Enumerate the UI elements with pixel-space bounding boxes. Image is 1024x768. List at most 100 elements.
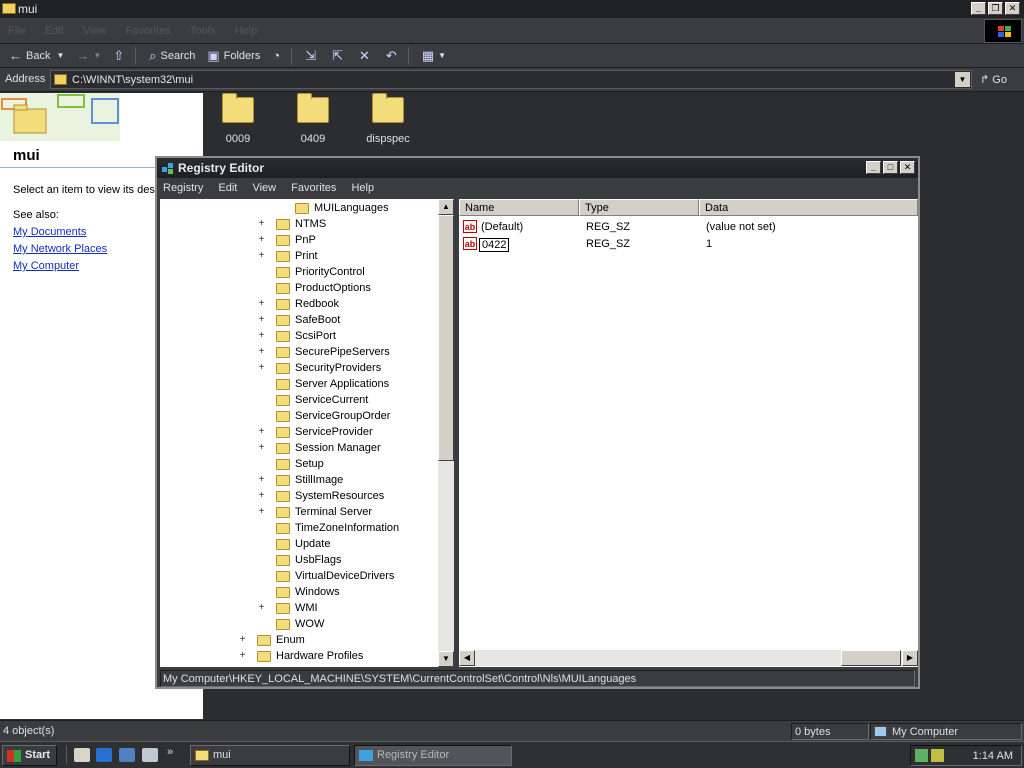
delete-button[interactable]: ✕ — [356, 46, 377, 66]
expand-plus-icon[interactable]: + — [257, 442, 266, 453]
tree-item[interactable]: Setup — [276, 456, 324, 472]
tree-item[interactable]: + Hardware Profiles — [240, 648, 364, 664]
menu-help[interactable]: Help — [351, 182, 374, 194]
link-my-documents[interactable]: My Documents — [13, 226, 86, 238]
menu-help[interactable]: Help — [235, 25, 258, 37]
tree-item[interactable]: + Redbook — [259, 296, 339, 312]
chevron-down-icon[interactable]: ▼ — [438, 51, 446, 60]
tree-item[interactable]: ProductOptions — [276, 280, 371, 296]
column-header-name[interactable]: Name — [459, 199, 579, 216]
search-icon[interactable] — [142, 748, 158, 762]
search-button[interactable]: ⌕ Search — [146, 46, 198, 66]
scroll-right-arrow-icon[interactable]: ▶ — [902, 650, 918, 666]
folder-item[interactable]: dispspec — [358, 93, 418, 145]
show-desktop-icon[interactable] — [74, 748, 90, 762]
menu-edit[interactable]: Edit — [218, 182, 237, 194]
menu-favorites[interactable]: Favorites — [126, 25, 171, 37]
tree-item[interactable]: WOW — [276, 616, 324, 632]
tree-item[interactable]: Windows — [276, 584, 340, 600]
task-registry-editor[interactable]: Registry Editor — [354, 745, 512, 766]
menu-favorites[interactable]: Favorites — [291, 182, 336, 194]
chevron-down-icon[interactable]: ▼ — [93, 51, 101, 60]
restore-button[interactable]: ❐ — [988, 2, 1003, 15]
tree-item[interactable]: Update — [276, 536, 330, 552]
address-input[interactable]: C:\WINNT\system32\mui ▼ — [50, 70, 972, 89]
tree-item[interactable]: + SecurityProviders — [259, 360, 382, 376]
expand-plus-icon[interactable]: + — [238, 634, 247, 645]
expand-plus-icon[interactable]: + — [257, 490, 266, 501]
tree-item[interactable]: + ServiceProvider — [259, 424, 373, 440]
tree-item[interactable]: + NTMS — [259, 216, 327, 232]
list-item[interactable]: ab 0422 REG_SZ 1 — [461, 236, 916, 252]
scroll-thumb[interactable] — [841, 650, 901, 666]
expand-plus-icon[interactable]: + — [257, 362, 266, 373]
link-my-computer[interactable]: My Computer — [13, 260, 79, 272]
expand-plus-icon[interactable]: + — [257, 218, 266, 229]
history-button[interactable]: ◔ — [269, 46, 287, 66]
expand-plus-icon[interactable]: + — [257, 602, 266, 613]
expand-plus-icon[interactable]: + — [257, 346, 266, 357]
tree-item[interactable]: + SafeBoot — [259, 312, 341, 328]
link-my-network-places[interactable]: My Network Places — [13, 243, 107, 255]
column-header-type[interactable]: Type — [579, 199, 699, 216]
list-horizontal-scrollbar[interactable]: ◀ ▶ — [459, 650, 918, 666]
tree-item[interactable]: MUILanguages — [295, 200, 389, 216]
expand-plus-icon[interactable]: + — [257, 330, 266, 341]
outlook-express-icon[interactable] — [119, 748, 135, 762]
menu-edit[interactable]: Edit — [45, 25, 64, 37]
scroll-left-arrow-icon[interactable]: ◀ — [459, 650, 475, 666]
expand-plus-icon[interactable]: + — [257, 250, 266, 261]
move-to-button[interactable]: ⇲ — [302, 46, 323, 66]
tree-item[interactable]: + StillImage — [259, 472, 344, 488]
tree-item[interactable]: ServiceCurrent — [276, 392, 368, 408]
views-button[interactable]: ▦ ▼ — [419, 46, 449, 66]
scroll-up-arrow-icon[interactable]: ▲ — [438, 199, 454, 215]
regedit-title-bar[interactable]: Registry Editor _ □ ✕ — [157, 158, 918, 178]
maximize-button[interactable]: □ — [883, 161, 898, 174]
menu-view[interactable]: View — [83, 25, 107, 37]
tree-item[interactable]: + Enum — [240, 632, 305, 648]
menu-view[interactable]: View — [252, 182, 276, 194]
scroll-down-arrow-icon[interactable]: ▼ — [438, 651, 454, 667]
expand-plus-icon[interactable]: + — [257, 314, 266, 325]
address-dropdown-button[interactable]: ▼ — [955, 72, 970, 87]
tree-item[interactable]: ServiceGroupOrder — [276, 408, 390, 424]
tree-item[interactable]: UsbFlags — [276, 552, 341, 568]
selected-value-name-editing[interactable]: 0422 — [479, 238, 510, 252]
expand-plus-icon[interactable]: + — [257, 426, 266, 437]
tree-item[interactable]: + SecurePipeServers — [259, 344, 390, 360]
tree-item[interactable]: + Terminal Server — [259, 504, 372, 520]
expand-plus-icon[interactable]: + — [257, 234, 266, 245]
copy-to-button[interactable]: ⇱ — [329, 46, 350, 66]
scroll-thumb[interactable] — [438, 215, 454, 461]
close-button[interactable]: ✕ — [1005, 2, 1020, 15]
chevron-down-icon[interactable]: ▼ — [56, 51, 64, 60]
forward-button[interactable]: → ▼ — [73, 46, 104, 66]
minimize-button[interactable]: _ — [971, 2, 986, 15]
tree-item[interactable]: VirtualDeviceDrivers — [276, 568, 394, 584]
clock[interactable]: 1:14 AM — [973, 750, 1013, 762]
expand-plus-icon[interactable]: + — [257, 506, 266, 517]
tree-vertical-scrollbar[interactable]: ▲ ▼ — [438, 199, 454, 667]
menu-registry[interactable]: Registry — [163, 182, 203, 194]
tree-item[interactable]: Server Applications — [276, 376, 389, 392]
minimize-button[interactable]: _ — [866, 161, 881, 174]
folders-button[interactable]: ▣ Folders — [204, 46, 263, 66]
tree-item[interactable]: + Print — [259, 248, 318, 264]
go-button[interactable]: ↱ Go — [980, 73, 1007, 86]
chevron-right-icon[interactable]: » — [167, 746, 173, 758]
folder-item[interactable]: 0409 — [283, 93, 343, 145]
registry-key-tree[interactable]: MUILanguages + NTMS + PnP + Print PriorityContr… — [160, 199, 454, 667]
volume-icon[interactable] — [931, 749, 944, 762]
address-value[interactable]: C:\WINNT\system32\mui — [72, 74, 193, 86]
undo-button[interactable]: ↶ — [383, 46, 404, 66]
menu-file[interactable]: File — [8, 25, 26, 37]
tree-item[interactable]: + PnP — [259, 232, 316, 248]
network-icon[interactable] — [915, 749, 928, 762]
internet-explorer-icon[interactable] — [96, 748, 112, 762]
list-item[interactable]: ab (Default) REG_SZ (value not set) — [461, 219, 916, 235]
close-button[interactable]: ✕ — [900, 161, 915, 174]
scroll-track[interactable] — [438, 461, 454, 651]
tree-item[interactable]: + WMI — [259, 600, 318, 616]
column-header-data[interactable]: Data — [699, 199, 918, 216]
